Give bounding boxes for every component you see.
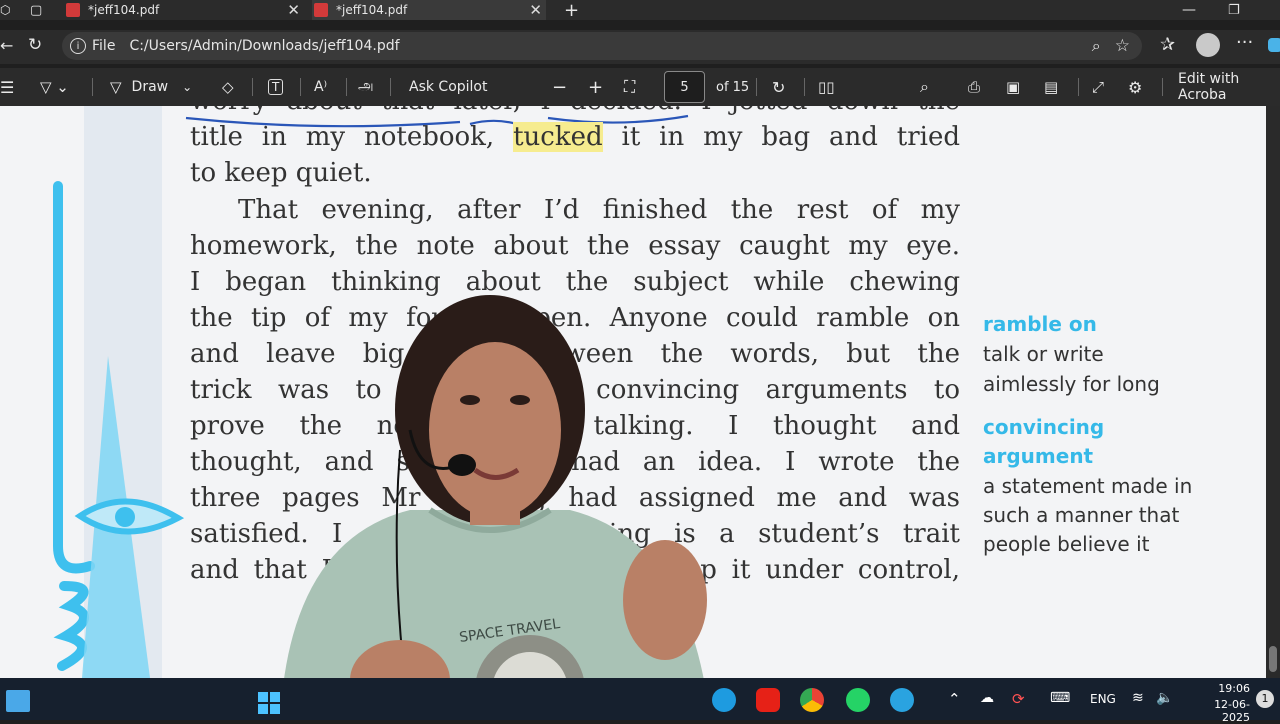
wifi-icon[interactable]: ≋ xyxy=(1132,690,1144,706)
rotate-icon[interactable]: ↻ xyxy=(772,68,785,106)
url-scheme: File xyxy=(92,38,116,54)
cloud-icon[interactable]: ☁ xyxy=(980,690,994,706)
clock-date[interactable]: 12-06-2025 xyxy=(1188,698,1250,724)
doc-line-5: homework, the note about the essay caugh… xyxy=(190,231,960,261)
page-view-icon[interactable]: ▯▯ xyxy=(818,68,835,106)
pdf-icon xyxy=(66,3,80,17)
url-box[interactable]: i File C:/Users/Admin/Downloads/jeff104.… xyxy=(62,32,1142,60)
taskbar: ⌃ ☁ ⟳ ⌨ ENG ≋ 🔈 19:06 12-06-2025 1 xyxy=(0,678,1280,724)
chrome-icon[interactable] xyxy=(800,688,824,712)
tab-1-title: *jeff104.pdf xyxy=(88,3,160,17)
glossary-def-line: aimlessly for long xyxy=(983,372,1160,396)
minimize-icon[interactable]: — xyxy=(1182,0,1196,20)
glossary-term-ramble-on: ramble on xyxy=(983,312,1097,336)
tab-actions-icon[interactable]: ▢ xyxy=(30,0,50,20)
draw-button[interactable]: ▽ Draw ⌄ xyxy=(110,68,192,106)
tab-bar: ⬡ ▢ *jeff104.pdf ✕ *jeff104.pdf ✕ + — ❐ xyxy=(0,0,1280,21)
contents-icon[interactable]: ☰ xyxy=(0,68,14,106)
info-icon[interactable]: i xyxy=(70,38,86,54)
edit-with-acrobat-button[interactable]: Edit with Acroba xyxy=(1178,68,1280,106)
pdf-toolbar: ☰ ▽ ⌄ ▽ Draw ⌄ ◇ T A⁾ அ Ask Copilot − + … xyxy=(0,68,1280,106)
chevron-up-icon[interactable]: ⌃ xyxy=(948,690,961,708)
zoom-out-button[interactable]: − xyxy=(552,68,567,106)
doc-line-2-end: it in my bag and tried xyxy=(621,122,961,152)
favorite-star-icon[interactable]: ☆ xyxy=(1115,36,1130,56)
doc-line-3: to keep quiet. xyxy=(190,158,372,188)
copilot-icon[interactable] xyxy=(1268,38,1280,52)
glossary-def-line: a statement made in xyxy=(983,474,1193,498)
clock-time[interactable]: 19:06 xyxy=(1210,682,1250,695)
telegram-icon[interactable] xyxy=(890,688,914,712)
presenter-video-overlay: SPACE TRAVEL xyxy=(280,295,710,720)
youtube-icon[interactable] xyxy=(756,688,780,712)
save-icon[interactable]: ▣ xyxy=(1006,68,1020,106)
fit-page-icon[interactable]: ⛶ xyxy=(624,68,635,106)
ask-copilot-button[interactable]: Ask Copilot xyxy=(409,68,488,106)
doc-line-4: That evening, after I’d finished the res… xyxy=(238,195,960,225)
close-icon[interactable]: ✕ xyxy=(287,1,300,19)
tab-2[interactable]: *jeff104.pdf ✕ xyxy=(312,0,546,20)
address-bar: ← ↻ i File C:/Users/Admin/Downloads/jeff… xyxy=(0,30,1280,64)
more-menu-icon[interactable]: ··· xyxy=(1236,32,1253,53)
glossary-def-line: such a manner that xyxy=(983,503,1180,527)
draw-label: Draw xyxy=(131,79,169,95)
add-text-button[interactable]: T xyxy=(268,68,284,106)
favorites-icon[interactable]: ✰ xyxy=(1160,34,1175,55)
highlight-icon[interactable]: ▽ ⌄ xyxy=(40,68,69,106)
scrollbar-thumb[interactable] xyxy=(1269,646,1277,672)
text-box-icon: T xyxy=(268,79,284,95)
widgets-icon[interactable] xyxy=(6,690,30,712)
language-indicator[interactable]: ENG xyxy=(1090,692,1116,706)
page-number-input[interactable]: 5 xyxy=(664,71,705,103)
glossary-def-line: talk or write xyxy=(983,342,1104,366)
fullscreen-icon[interactable]: ⤢ xyxy=(1092,68,1104,106)
zoom-in-button[interactable]: + xyxy=(588,68,603,106)
settings-gear-icon[interactable]: ⚙ xyxy=(1128,68,1142,106)
glossary-term-convincing: convincing xyxy=(983,415,1105,439)
refresh-icon[interactable]: ↻ xyxy=(28,35,42,55)
read-aloud-icon[interactable]: A⁾ xyxy=(314,68,327,106)
pdf-icon xyxy=(314,3,328,17)
search-icon[interactable]: ⌕ xyxy=(920,68,929,106)
restore-icon[interactable]: ❐ xyxy=(1228,0,1240,20)
doc-line-1: worry about that later, I decided. I jot… xyxy=(190,106,960,116)
draw-icon: ▽ xyxy=(110,78,122,96)
glossary-term-argument: argument xyxy=(983,444,1094,468)
sync-icon[interactable]: ⟳ xyxy=(1012,690,1025,708)
highlighted-word: tucked xyxy=(513,122,603,152)
back-icon[interactable]: ← xyxy=(0,36,13,55)
scrollbar[interactable] xyxy=(1266,106,1280,678)
doc-line-2-start: title in my notebook, xyxy=(190,122,495,152)
whatsapp-icon[interactable] xyxy=(846,688,870,712)
ask-copilot-label: Ask Copilot xyxy=(409,79,488,95)
new-tab-button[interactable]: + xyxy=(564,0,579,21)
chevron-down-icon[interactable]: ⌄ xyxy=(182,80,192,94)
save-as-icon[interactable]: ▤ xyxy=(1044,68,1058,106)
avatar[interactable] xyxy=(1196,33,1220,57)
edit-with-acrobat-label: Edit with Acroba xyxy=(1178,71,1240,103)
eraser-icon[interactable]: ◇ xyxy=(222,68,234,106)
tab-1[interactable]: *jeff104.pdf ✕ xyxy=(66,0,300,20)
glossary-def-line: people believe it xyxy=(983,532,1150,556)
doc-line-2: title in my notebook, tucked it in my ba… xyxy=(190,122,960,152)
windows-start-icon[interactable] xyxy=(258,692,280,714)
close-icon[interactable]: ✕ xyxy=(529,1,542,19)
volume-icon[interactable]: 🔈 xyxy=(1156,690,1173,706)
workspaces-icon[interactable]: ⬡ xyxy=(0,0,20,20)
tab-2-title: *jeff104.pdf xyxy=(336,3,408,17)
keyboard-icon[interactable]: ⌨ xyxy=(1050,690,1070,706)
print-icon[interactable]: ⎙ xyxy=(968,68,980,106)
zoom-icon[interactable]: ⌕ xyxy=(1092,36,1101,56)
translate-icon[interactable]: அ xyxy=(358,68,374,106)
edge-icon[interactable] xyxy=(712,688,736,712)
page-total: of 15 xyxy=(716,79,750,95)
notification-badge[interactable]: 1 xyxy=(1256,690,1274,708)
url-text: C:/Users/Admin/Downloads/jeff104.pdf xyxy=(129,38,400,54)
